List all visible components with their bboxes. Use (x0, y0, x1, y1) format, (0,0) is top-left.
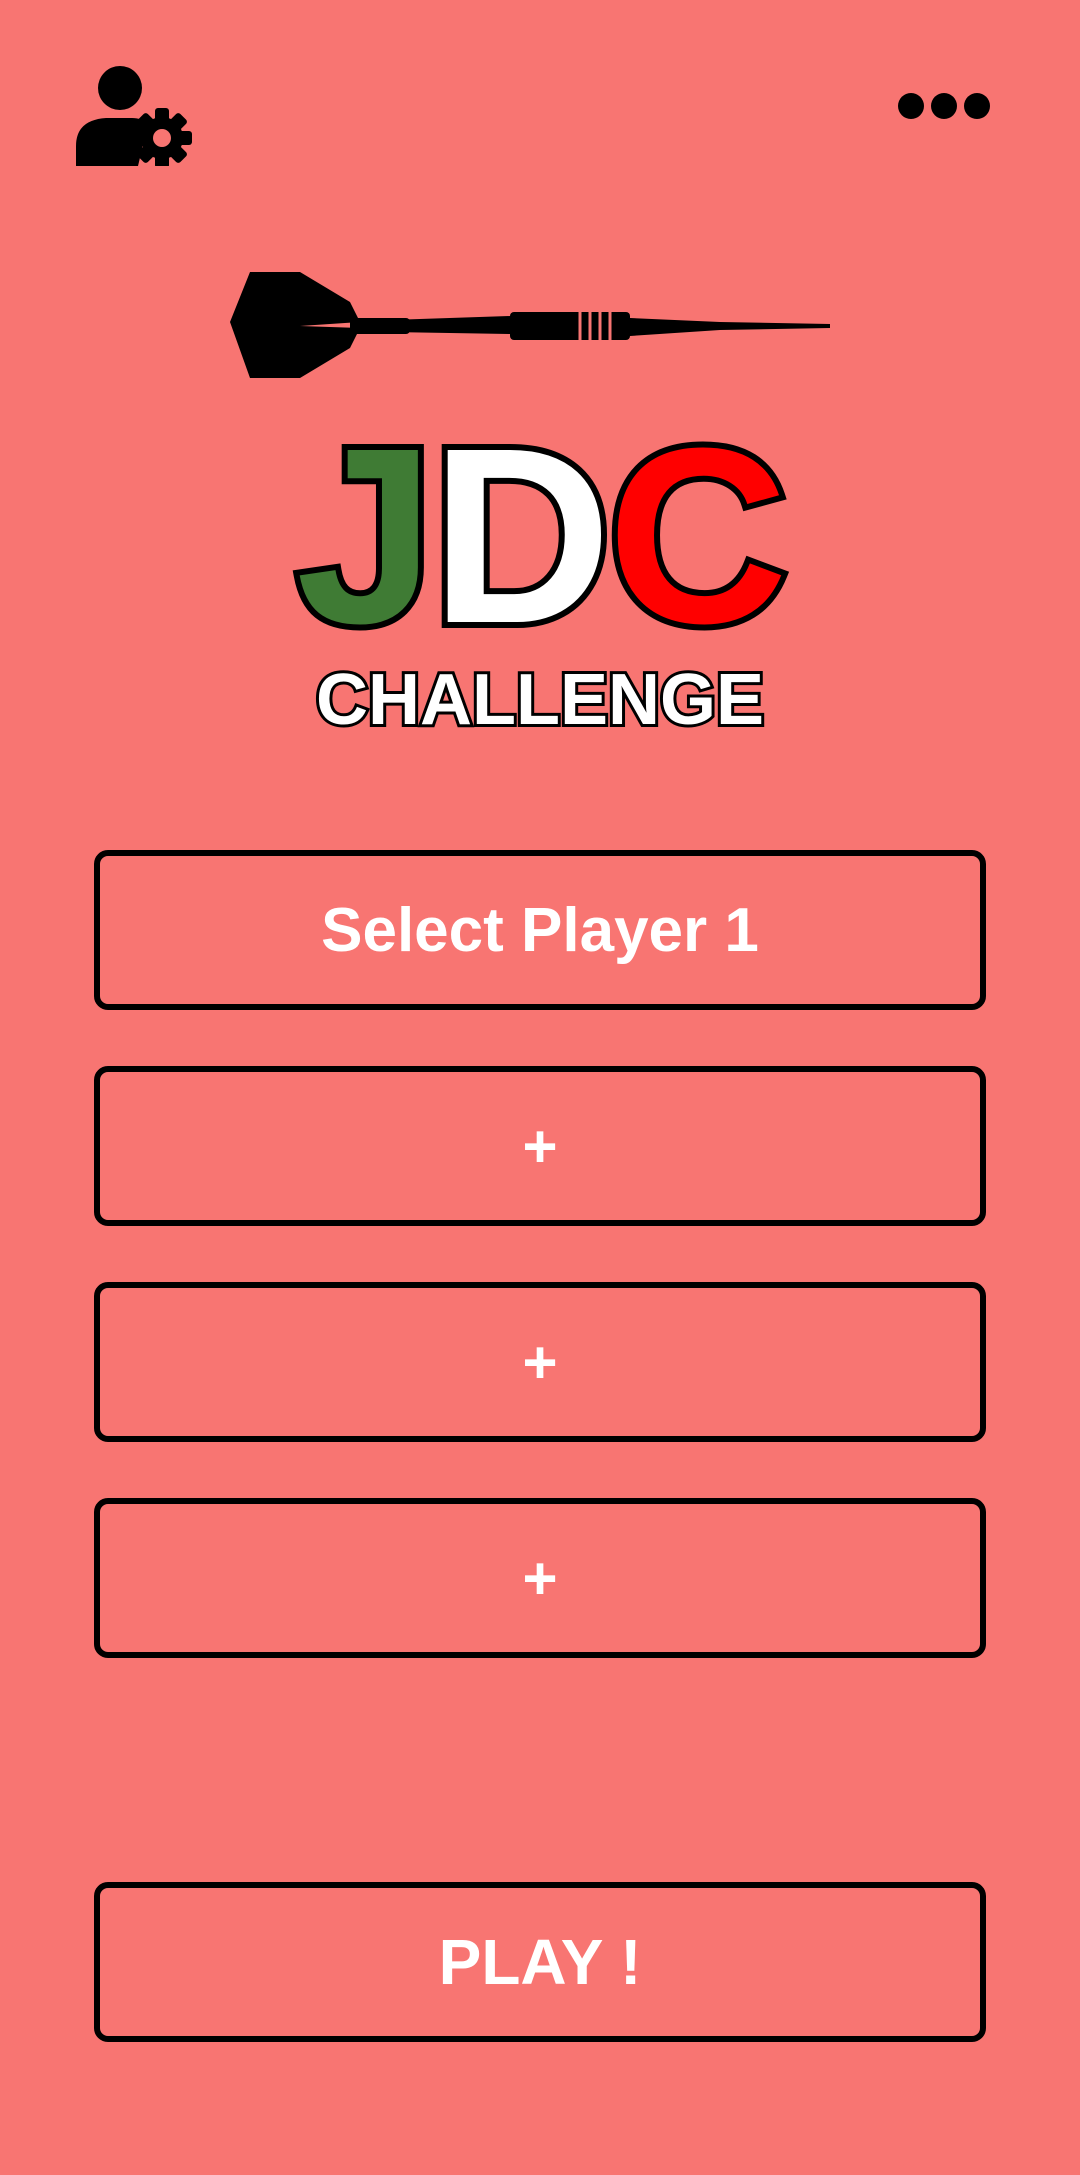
logo-subtitle: CHALLENGE (316, 660, 764, 740)
logo-letter-j: J (296, 396, 431, 675)
select-player-1-button[interactable]: Select Player 1 (94, 850, 986, 1010)
user-settings-icon[interactable] (72, 62, 196, 166)
logo-title: JDC (296, 396, 784, 675)
play-label: PLAY ! (438, 1926, 642, 1998)
add-player-3-button[interactable]: + (94, 1282, 986, 1442)
more-horizontal-icon[interactable] (896, 90, 992, 122)
play-button[interactable]: PLAY ! (94, 1882, 986, 2042)
add-player-2-button[interactable]: + (94, 1066, 986, 1226)
plus-icon: + (522, 1328, 558, 1396)
logo-letter-c: C (608, 396, 785, 675)
logo-letter-d: D (431, 396, 608, 675)
add-player-4-button[interactable]: + (94, 1498, 986, 1658)
plus-icon: + (522, 1544, 558, 1612)
jdc-challenge-logo: JDC CHALLENGE (230, 272, 830, 742)
plus-icon: + (522, 1112, 558, 1180)
select-player-1-label: Select Player 1 (321, 895, 759, 965)
dart-icon (230, 272, 830, 378)
